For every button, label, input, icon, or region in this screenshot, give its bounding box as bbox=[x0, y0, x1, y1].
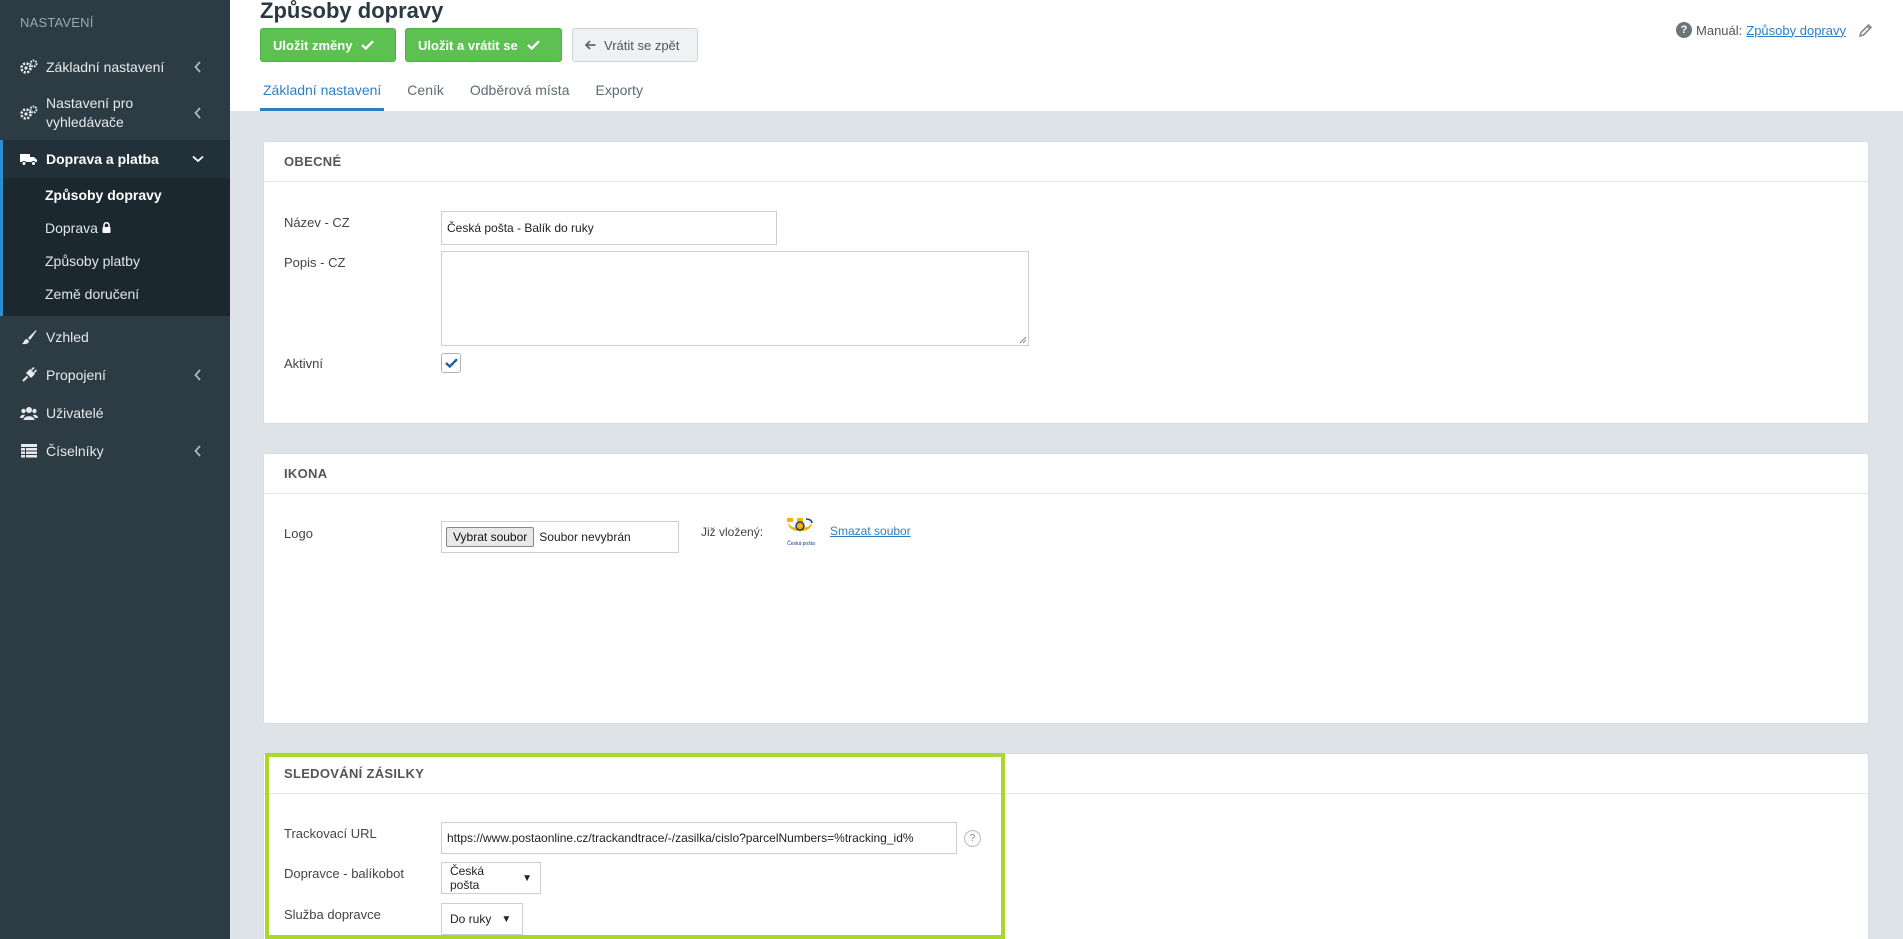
subnav-item-delivery-countries[interactable]: Země doručení bbox=[0, 277, 230, 310]
ceska-posta-logo: Česká pošta bbox=[784, 516, 818, 548]
general-panel: OBECNÉ Název - CZ Česká pošta - Balík do… bbox=[263, 141, 1869, 424]
tracking-panel-heading: SLEDOVÁNÍ ZÁSILKY bbox=[264, 754, 1868, 794]
posthorn-logo-icon bbox=[787, 518, 813, 532]
sidebar-item-integrations[interactable]: Propojení bbox=[0, 356, 230, 394]
subnav-item-shipping[interactable]: Doprava bbox=[0, 211, 230, 244]
gears-icon bbox=[20, 58, 38, 76]
manual-label: Manuál: bbox=[1696, 22, 1743, 38]
tab-basic-settings[interactable]: Základní nastavení bbox=[260, 82, 385, 111]
icon-panel: IKONA Logo Vybrat soubor Soubor nevybrán… bbox=[263, 453, 1869, 724]
delete-file-link[interactable]: Smazat soubor bbox=[830, 524, 911, 538]
tab-pricelist[interactable]: Ceník bbox=[404, 82, 447, 111]
general-panel-heading: OBECNÉ bbox=[264, 142, 1868, 182]
carrier-service-label: Služba dopravce bbox=[284, 907, 381, 922]
logo-caption: Česká pošta bbox=[787, 541, 815, 547]
description-label: Popis - CZ bbox=[284, 255, 346, 270]
tracking-url-label: Trackovací URL bbox=[284, 826, 377, 841]
back-button-label: Vrátit se zpět bbox=[604, 37, 680, 53]
active-label: Aktivní bbox=[284, 356, 324, 371]
tracking-url-input[interactable]: https://www.postaonline.cz/trackandtrace… bbox=[441, 822, 957, 854]
icon-panel-heading: IKONA bbox=[264, 454, 1868, 494]
save-button[interactable]: Uložit změny bbox=[260, 28, 396, 62]
name-label: Název - CZ bbox=[284, 215, 350, 230]
help-icon[interactable]: ? bbox=[964, 830, 981, 847]
sidebar-item-seo-settings[interactable]: Nastavení pro vyhledávače bbox=[0, 86, 230, 140]
table-icon bbox=[20, 442, 38, 460]
subnav-item-payment-methods[interactable]: Způsoby platby bbox=[0, 244, 230, 277]
sidebar-item-label: Nastavení pro vyhledávače bbox=[46, 95, 134, 130]
chevron-down-icon bbox=[191, 152, 205, 166]
sidebar-item-label: Propojení bbox=[46, 367, 106, 383]
logo-label: Logo bbox=[284, 526, 313, 541]
save-button-label: Uložit změny bbox=[273, 37, 353, 53]
tracking-panel: SLEDOVÁNÍ ZÁSILKY Trackovací URL https:/… bbox=[263, 753, 1869, 939]
sidebar-item-label: Doprava a platba bbox=[46, 151, 159, 167]
save-and-return-label: Uložit a vrátit se bbox=[418, 37, 518, 53]
tab-exports[interactable]: Exporty bbox=[592, 82, 645, 111]
page-header: Způsoby dopravy Uložit změny Uložit a vr… bbox=[230, 0, 1903, 111]
chevron-left-icon bbox=[191, 368, 205, 382]
chevron-left-icon bbox=[191, 444, 205, 458]
carrier-label: Dopravce - balíkobot bbox=[284, 866, 404, 881]
already-inserted-label: Již vložený: bbox=[701, 525, 764, 539]
subnav-item-label: Doprava bbox=[45, 219, 98, 236]
gears-icon bbox=[20, 104, 38, 122]
lock-icon bbox=[102, 222, 111, 233]
tab-pickup-points[interactable]: Odběrová místa bbox=[467, 82, 573, 111]
choose-file-button[interactable]: Vybrat soubor bbox=[446, 527, 535, 547]
sidebar-item-basic-settings[interactable]: Základní nastavení bbox=[0, 48, 230, 86]
check-icon bbox=[444, 358, 458, 368]
sidebar-item-label: Číselníky bbox=[46, 443, 104, 459]
question-icon: ? bbox=[1676, 22, 1693, 38]
plug-icon bbox=[20, 366, 38, 384]
save-and-return-button[interactable]: Uložit a vrátit se bbox=[405, 28, 562, 62]
tab-bar: Základní nastavení Ceník Odběrová místa … bbox=[260, 82, 666, 111]
back-button[interactable]: Vrátit se zpět bbox=[572, 28, 698, 62]
sidebar-item-users[interactable]: Uživatelé bbox=[0, 394, 230, 432]
subnav-item-shipping-methods[interactable]: Způsoby dopravy bbox=[0, 178, 230, 211]
name-input[interactable]: Česká pošta - Balík do ruky bbox=[441, 211, 777, 245]
resize-handle-icon[interactable] bbox=[1018, 335, 1027, 344]
truck-icon bbox=[20, 150, 38, 168]
brush-icon bbox=[20, 328, 38, 346]
sidebar-item-label: Vzhled bbox=[46, 329, 89, 345]
sidebar-item-label: Základní nastavení bbox=[46, 59, 165, 75]
sidebar: NASTAVENÍ Základní nastavení Nastavení p… bbox=[0, 0, 230, 939]
chevron-left-icon bbox=[191, 106, 205, 120]
carrier-select[interactable]: Česká pošta ▼ bbox=[441, 862, 541, 894]
logo-file-input[interactable]: Vybrat soubor Soubor nevybrán bbox=[441, 521, 679, 553]
sidebar-submenu: Způsoby dopravy Doprava Způsoby platby Z… bbox=[0, 178, 230, 316]
users-icon bbox=[20, 404, 38, 422]
sidebar-heading: NASTAVENÍ bbox=[20, 15, 94, 30]
sidebar-item-appearance[interactable]: Vzhled bbox=[0, 318, 230, 356]
active-checkbox[interactable] bbox=[441, 353, 461, 373]
page-title: Způsoby dopravy bbox=[260, 0, 444, 23]
arrow-left-icon bbox=[585, 40, 596, 50]
chevron-left-icon bbox=[191, 60, 205, 74]
caret-down-icon: ▼ bbox=[501, 913, 512, 925]
pencil-icon[interactable] bbox=[1858, 23, 1873, 38]
caret-down-icon: ▼ bbox=[522, 872, 532, 884]
carrier-service-value: Do ruky bbox=[450, 912, 492, 926]
sidebar-item-codelists[interactable]: Číselníky bbox=[0, 432, 230, 470]
manual-link[interactable]: Způsoby dopravy bbox=[1746, 23, 1846, 38]
manual-link-group: ? Manuál: Způsoby dopravy bbox=[1676, 22, 1873, 38]
carrier-service-select[interactable]: Do ruky ▼ bbox=[441, 903, 523, 935]
check-icon bbox=[361, 40, 375, 50]
sidebar-item-label: Uživatelé bbox=[46, 405, 104, 421]
description-textarea[interactable] bbox=[441, 251, 1029, 346]
check-icon bbox=[526, 40, 540, 50]
carrier-select-value: Česká pošta bbox=[450, 864, 485, 892]
file-status: Soubor nevybrán bbox=[539, 530, 631, 544]
sidebar-item-shipping-payment[interactable]: Doprava a platba bbox=[0, 140, 230, 178]
